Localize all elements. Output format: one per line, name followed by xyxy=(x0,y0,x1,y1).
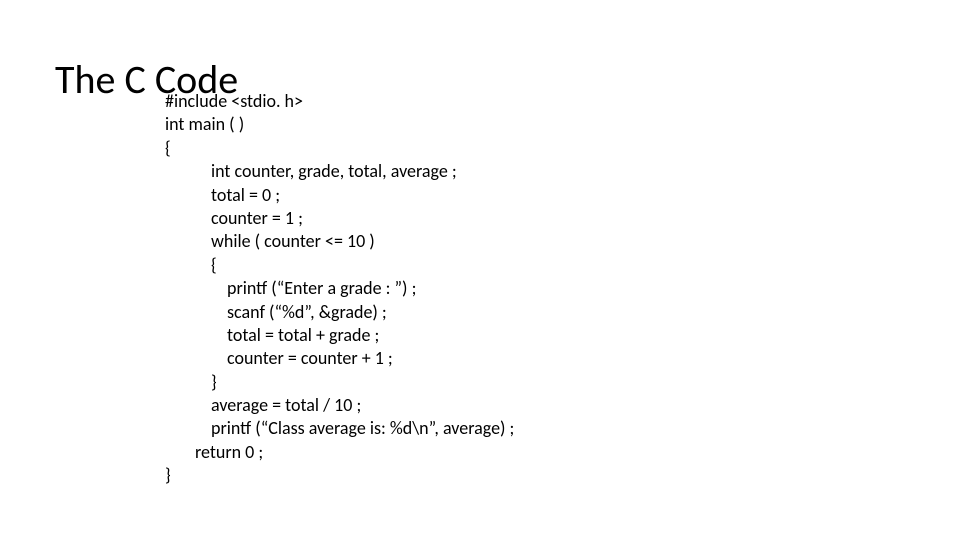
code-line: int counter, grade, total, average ; xyxy=(165,160,514,183)
slide: The C Code #include <stdio. h> int main … xyxy=(0,0,960,540)
code-line: scanf (“%d”, &grade) ; xyxy=(165,301,514,324)
code-line: } xyxy=(165,371,514,394)
code-line: } xyxy=(165,464,514,487)
code-line: { xyxy=(165,137,514,160)
code-line: total = total + grade ; xyxy=(165,324,514,347)
code-line: return 0 ; xyxy=(165,441,514,464)
code-line: average = total / 10 ; xyxy=(165,394,514,417)
code-line: printf (“Class average is: %d\n”, averag… xyxy=(165,417,514,440)
code-line: { xyxy=(165,254,514,277)
code-block: #include <stdio. h> int main ( ) { int c… xyxy=(165,90,514,488)
code-line: total = 0 ; xyxy=(165,184,514,207)
code-line: while ( counter <= 10 ) xyxy=(165,230,514,253)
code-line: counter = counter + 1 ; xyxy=(165,347,514,370)
code-line: #include <stdio. h> xyxy=(165,90,514,113)
code-line: counter = 1 ; xyxy=(165,207,514,230)
code-line: printf (“Enter a grade : ”) ; xyxy=(165,277,514,300)
code-line: int main ( ) xyxy=(165,113,514,136)
